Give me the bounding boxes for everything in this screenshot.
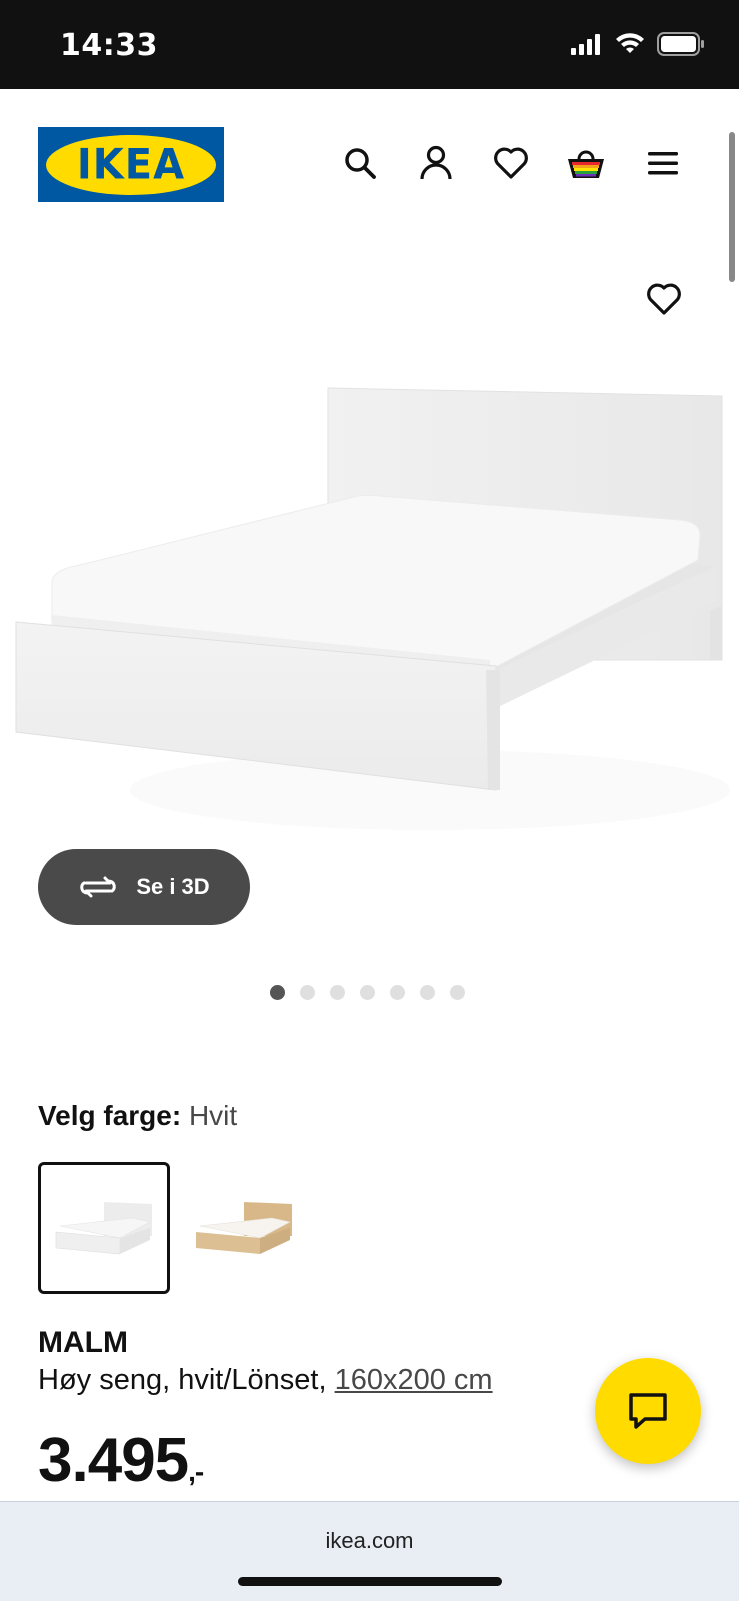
logo-ellipse: IKEA [46,134,216,195]
product-name: MALM [38,1326,128,1359]
carousel-dot[interactable] [360,985,375,1000]
logo-text: IKEA [76,140,186,189]
price-suffix: ,- [188,1456,204,1487]
wifi-icon [616,33,644,53]
rotate-3d-icon [80,876,117,898]
carousel-dot[interactable] [390,985,405,1000]
white-bed-thumbnail [55,1202,152,1255]
product-size-link[interactable]: 160x200 cm [335,1364,493,1396]
status-time: 14:33 [60,28,158,63]
carousel-dot[interactable] [270,985,285,1000]
product-description-text: Høy seng, hvit/Lönset, [38,1364,335,1396]
color-label-value: Hvit [188,1100,238,1131]
page-scrollbar[interactable] [729,132,735,282]
oak-bed-thumbnail [196,1202,292,1254]
battery-icon [657,32,704,56]
product-image-bed[interactable] [10,370,730,850]
view-3d-label: Se i 3D [136,874,210,899]
carousel-dot[interactable] [450,985,465,1000]
basket-icon[interactable] [566,143,606,183]
chat-button[interactable] [595,1358,701,1464]
price-value: 3.495 [38,1426,189,1495]
user-icon[interactable] [416,143,456,183]
site-header: IKEA [0,89,739,239]
color-swatch-oak[interactable] [189,1165,299,1291]
view-3d-button[interactable]: Se i 3D [38,849,250,925]
carousel-dot[interactable] [420,985,435,1000]
search-icon[interactable] [340,143,380,183]
color-label-key: Velg farge: [38,1100,182,1131]
wishlist-heart-icon[interactable] [491,143,531,183]
url-text[interactable]: ikea.com [0,1528,739,1554]
color-swatch-white[interactable] [38,1162,170,1294]
ikea-logo[interactable]: IKEA [38,127,224,202]
home-indicator[interactable] [238,1577,502,1586]
image-carousel-dots [270,985,465,1000]
chat-bubble-icon [629,1393,667,1429]
menu-icon[interactable] [643,143,683,183]
signal-icon [571,34,600,55]
product-description: Høy seng, hvit/Lönset, 160x200 cm [38,1364,493,1397]
browser-url-bar[interactable]: ikea.com [0,1501,739,1601]
carousel-dot[interactable] [330,985,345,1000]
status-icons [571,32,705,56]
status-bar: 14:33 [0,0,739,89]
product-favorite-heart-icon[interactable] [643,278,685,320]
color-select-label: Velg farge: Hvit [38,1100,237,1132]
product-price: 3.495,- [38,1425,204,1496]
carousel-dot[interactable] [300,985,315,1000]
